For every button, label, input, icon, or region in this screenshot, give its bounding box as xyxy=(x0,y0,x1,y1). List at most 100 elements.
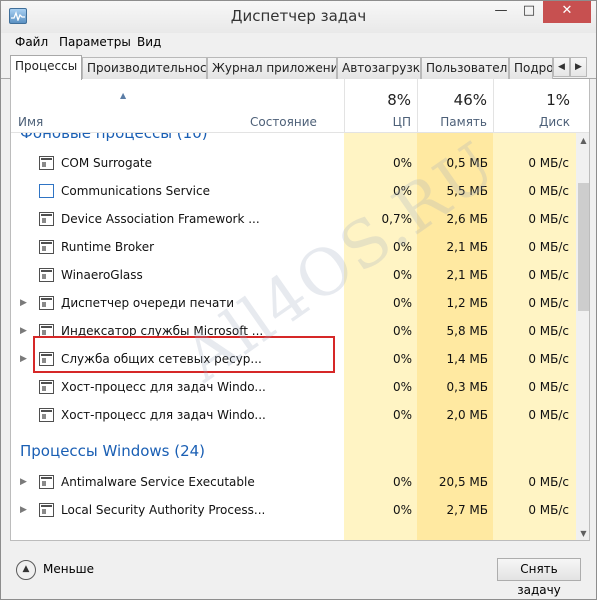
scroll-down-icon[interactable]: ▼ xyxy=(576,526,589,540)
process-cpu: 0% xyxy=(392,475,412,489)
scrollbar-thumb[interactable] xyxy=(578,183,589,311)
process-cpu: 0% xyxy=(392,268,412,282)
menu-file[interactable]: Файл xyxy=(15,35,48,49)
process-cpu: 0% xyxy=(392,296,412,310)
process-cpu: 0% xyxy=(392,184,412,198)
highlight-annotation xyxy=(33,336,335,373)
process-disk: 0 МБ/с xyxy=(528,296,569,310)
process-row[interactable]: COM Surrogate 0% 0,5 МБ 0 МБ/с xyxy=(11,149,576,177)
process-disk: 0 МБ/с xyxy=(528,268,569,282)
process-disk: 0 МБ/с xyxy=(528,184,569,198)
tab-scroll-right-icon[interactable]: ▶ xyxy=(570,57,587,77)
fewer-details-link[interactable]: Меньше xyxy=(43,562,94,576)
column-memory-label: Память xyxy=(440,115,487,129)
process-memory: 2,1 МБ xyxy=(446,240,488,254)
column-status[interactable]: Состояние xyxy=(243,79,344,133)
process-cpu: 0% xyxy=(392,503,412,517)
process-memory: 0,5 МБ xyxy=(446,156,488,170)
tab-startup[interactable]: Автозагрузка xyxy=(337,57,421,79)
expand-icon[interactable]: ▶ xyxy=(20,468,27,496)
process-row[interactable]: ▶ Диспетчер очереди печати 0% 1,2 МБ 0 МБ/с xyxy=(11,289,576,317)
expand-icon[interactable]: ▶ xyxy=(20,317,27,345)
app-icon xyxy=(39,240,54,254)
column-cpu-label: ЦП xyxy=(392,115,411,129)
process-memory: 2,7 МБ xyxy=(446,503,488,517)
process-cpu: 0% xyxy=(392,380,412,394)
process-disk: 0 МБ/с xyxy=(528,380,569,394)
process-name: Local Security Authority Process... xyxy=(61,503,266,517)
process-memory: 20,5 МБ xyxy=(438,475,488,489)
minimize-button[interactable]: — xyxy=(487,1,515,23)
process-row[interactable]: Хост-процесс для задач Windo... 0% 2,0 МБ 0… xyxy=(11,401,576,429)
process-cpu: 0,7% xyxy=(381,212,413,226)
memory-total: 46% xyxy=(453,91,487,109)
close-button[interactable]: ✕ xyxy=(543,1,591,23)
process-row[interactable]: ▶ Antimalware Service Executable 0% 20,5 МБ… xyxy=(11,468,576,496)
process-cpu: 0% xyxy=(392,156,412,170)
tab-processes[interactable]: Процессы xyxy=(10,55,82,80)
process-cpu: 0% xyxy=(392,240,412,254)
app-icon xyxy=(39,212,54,226)
expand-icon[interactable]: ▶ xyxy=(20,289,27,317)
process-memory: 0,3 МБ xyxy=(446,380,488,394)
menu-view[interactable]: Вид xyxy=(137,35,161,49)
tab-details[interactable]: Подро xyxy=(509,57,553,79)
column-memory[interactable]: 46% Память xyxy=(417,79,493,133)
processes-panel: ▲ Имя Состояние 8% ЦП 46% Память 1% Диск xyxy=(10,79,590,541)
vertical-scrollbar[interactable]: ▲ ▼ xyxy=(576,133,589,540)
menu-bar: Файл Параметры Вид xyxy=(1,33,596,53)
process-name: Хост-процесс для задач Windo... xyxy=(61,380,266,394)
group-windows-processes[interactable]: Процессы Windows (24) xyxy=(11,431,344,471)
process-row[interactable]: Runtime Broker 0% 2,1 МБ 0 МБ/с xyxy=(11,233,576,261)
column-status-label: Состояние xyxy=(250,115,317,129)
footer-bar: ▲ Меньше Снять задачу xyxy=(1,541,596,599)
process-row[interactable]: Communications Service 0% 5,5 МБ 0 МБ/с xyxy=(11,177,576,205)
disk-total: 1% xyxy=(546,91,570,109)
process-memory: 2,6 МБ xyxy=(446,212,488,226)
process-memory: 2,1 МБ xyxy=(446,268,488,282)
process-memory: 2,0 МБ xyxy=(446,408,488,422)
process-memory: 5,5 МБ xyxy=(446,184,488,198)
process-memory: 1,2 МБ xyxy=(446,296,488,310)
end-task-button[interactable]: Снять задачу xyxy=(497,558,581,597)
process-name: Device Association Framework ... xyxy=(61,212,260,226)
cpu-total: 8% xyxy=(387,91,411,109)
process-memory: 5,8 МБ xyxy=(446,324,488,338)
tab-scroll-left-icon[interactable]: ◀ xyxy=(553,57,570,77)
expand-icon[interactable]: ▶ xyxy=(20,345,27,373)
menu-options[interactable]: Параметры xyxy=(59,35,131,49)
process-disk: 0 МБ/с xyxy=(528,352,569,366)
app-icon xyxy=(39,503,54,517)
process-name: WinaeroGlass xyxy=(61,268,143,282)
process-disk: 0 МБ/с xyxy=(528,240,569,254)
process-name: Хост-процесс для задач Windo... xyxy=(61,408,266,422)
tab-users[interactable]: Пользователи xyxy=(421,57,509,79)
process-cpu: 0% xyxy=(392,408,412,422)
process-name: Antimalware Service Executable xyxy=(61,475,255,489)
column-cpu[interactable]: 8% ЦП xyxy=(344,79,417,133)
process-row[interactable]: ▶ Local Security Authority Process... 0% 2,… xyxy=(11,496,576,524)
chevron-up-icon[interactable]: ▲ xyxy=(16,560,36,580)
scroll-up-icon[interactable]: ▲ xyxy=(576,133,589,148)
tab-app-history[interactable]: Журнал приложений xyxy=(207,57,337,79)
expand-icon[interactable]: ▶ xyxy=(20,496,27,524)
column-disk[interactable]: 1% Диск xyxy=(493,79,576,133)
process-disk: 0 МБ/с xyxy=(528,212,569,226)
process-disk: 0 МБ/с xyxy=(528,324,569,338)
tab-performance[interactable]: Производительность xyxy=(82,57,207,79)
sort-up-icon: ▲ xyxy=(120,91,127,100)
column-name[interactable]: ▲ Имя xyxy=(11,79,243,133)
app-icon xyxy=(39,475,54,489)
process-row[interactable]: WinaeroGlass 0% 2,1 МБ 0 МБ/с xyxy=(11,261,576,289)
process-name: Communications Service xyxy=(61,184,210,198)
title-bar: Диспетчер задач — □ ✕ xyxy=(1,1,596,33)
app-icon xyxy=(39,268,54,282)
process-row[interactable]: Хост-процесс для задач Windo... 0% 0,3 МБ 0… xyxy=(11,373,576,401)
process-cpu: 0% xyxy=(392,352,412,366)
maximize-button[interactable]: □ xyxy=(515,1,543,23)
process-disk: 0 МБ/с xyxy=(528,503,569,517)
task-manager-window: Диспетчер задач — □ ✕ Файл Параметры Вид… xyxy=(0,0,597,600)
process-row[interactable]: Device Association Framework ... 0,7% 2,6 … xyxy=(11,205,576,233)
app-icon xyxy=(39,296,54,310)
group-background-processes[interactable]: Фоновые процессы (10) xyxy=(11,133,344,143)
